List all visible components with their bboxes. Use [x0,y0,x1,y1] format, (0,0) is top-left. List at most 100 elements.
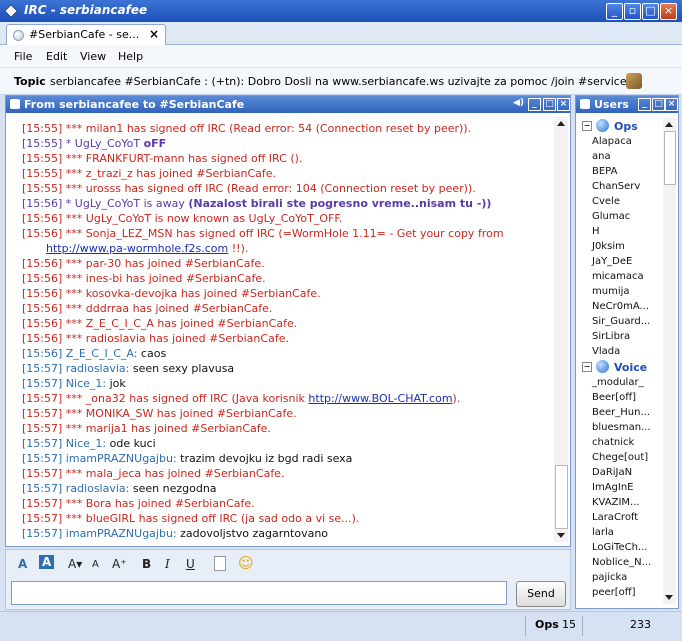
restore-button[interactable]: ▫ [624,3,641,20]
user-list-item[interactable]: Cvele [578,194,660,209]
user-list-item[interactable]: J0ksim [578,239,660,254]
message-link[interactable]: http://www.pa-wormhole.f2s.com [46,242,228,255]
user-list-item[interactable]: bluesman... [578,420,660,435]
user-list-item[interactable]: Vlada [578,344,660,359]
close-window-button[interactable]: × [660,3,677,20]
user-list-item[interactable]: Sir_Guard... [578,314,660,329]
scroll-down-icon[interactable] [557,533,565,538]
user-group[interactable]: − Voice [578,359,660,375]
message-timestamp: [15:57] [22,362,63,375]
font-smaller-icon[interactable]: A [92,559,99,570]
chat-message: [15:56] *** dddrraa has joined #SerbianC… [22,301,548,316]
user-list[interactable]: − Ops Alapaca ana BEPA ChanServ Cvele Glumac H J0… [578,118,660,604]
chat-scrollbar[interactable] [554,117,568,542]
font-larger-icon[interactable]: A⁺ [112,557,127,571]
user-list-item[interactable]: pajicka [578,570,660,585]
user-list-item[interactable]: JaY_DeE [578,254,660,269]
user-list-item[interactable]: ChanServ [578,179,660,194]
message-timestamp: [15:56] [22,302,63,315]
minimize-button[interactable]: _ [606,3,623,20]
topic-edit-icon[interactable] [626,73,642,89]
message-body: jok [106,377,126,390]
user-list-item[interactable]: _modular_ [578,375,660,390]
message-text: *** z_trazi_z has joined #SerbianCafe. [62,167,277,180]
scroll-thumb[interactable] [555,465,568,529]
panel-maximize-button[interactable]: □ [543,98,556,111]
collapse-icon[interactable]: − [582,362,592,372]
panel-close-button[interactable]: × [557,98,570,111]
user-list-item[interactable]: ana [578,149,660,164]
user-group[interactable]: − Ops [578,118,660,134]
italic-button[interactable]: I [165,557,170,571]
text-color-icon[interactable]: A [18,557,27,571]
collapse-icon[interactable]: − [582,121,592,131]
chat-message: [15:57] *** Bora has joined #SerbianCafe… [22,496,548,511]
user-list-item[interactable]: NeCr0mA... [578,299,660,314]
user-list-item[interactable]: Beer_Hun... [578,405,660,420]
users-scrollbar[interactable] [663,118,676,604]
menu-file[interactable]: File [14,50,32,63]
user-list-item[interactable]: ImAgInE [578,480,660,495]
file-icon[interactable] [214,556,226,571]
users-minimize-button[interactable]: _ [638,98,651,111]
ops-group-icon [596,119,609,132]
smiley-icon[interactable]: ☺ [238,554,254,572]
message-timestamp: [15:56] [22,287,63,300]
tab-serbiancafe[interactable]: #SerbianCafe - se... × [6,24,166,45]
users-scroll-down-icon[interactable] [665,595,673,600]
user-list-item[interactable]: BEPA [578,164,660,179]
user-list-item[interactable]: Alapaca [578,134,660,149]
status-ops-label: Ops [535,618,559,631]
user-list-item[interactable]: chatnick [578,435,660,450]
user-list-item[interactable]: LoGiTeCh... [578,540,660,555]
users-scroll-up-icon[interactable] [665,122,673,127]
message-log[interactable]: [15:55] *** milan1 has signed off IRC (R… [22,121,548,541]
underline-button[interactable]: U [186,557,195,571]
message-text: *** ines-bi has joined #SerbianCafe. [62,272,266,285]
users-maximize-button[interactable]: □ [652,98,665,111]
users-panel-header: Users _ □ × [576,96,678,113]
sound-icon[interactable]: ◀) [513,98,524,109]
user-list-item[interactable]: Glumac [578,209,660,224]
user-list-item[interactable]: Noblice_N... [578,555,660,570]
message-body: seen nezgodna [129,482,217,495]
user-list-item[interactable]: peer[off] [578,585,660,600]
message-timestamp: [15:56] [22,347,63,360]
maximize-button[interactable]: □ [642,3,659,20]
user-list-item[interactable]: larla [578,525,660,540]
send-button[interactable]: Send [516,581,566,607]
user-list-item[interactable]: DaRiJaN [578,465,660,480]
message-text: *** blueGIRL has signed off IRC (ja sad … [62,512,360,525]
user-list-item[interactable]: H [578,224,660,239]
close-tab-icon[interactable]: × [149,27,159,41]
menu-edit[interactable]: Edit [46,50,67,63]
user-list-item[interactable]: Chege[out] [578,450,660,465]
user-list-item[interactable]: SirLibra [578,329,660,344]
message-input[interactable] [11,581,507,605]
users-scroll-thumb[interactable] [664,131,676,185]
message-timestamp: [15:57] [22,452,63,465]
user-list-item[interactable]: KVAZIM... [578,495,660,510]
chat-message: [15:56] *** UgLy_CoYoT is now known as U… [22,211,548,226]
font-icon[interactable]: A▾ [68,557,82,571]
message-timestamp: [15:56] [22,257,63,270]
user-list-item[interactable]: Beer[off] [578,390,660,405]
chat-message: [15:55] *** milan1 has signed off IRC (R… [22,121,548,136]
menu-view[interactable]: View [80,50,106,63]
user-list-item[interactable]: mumija [578,284,660,299]
bold-button[interactable]: B [142,557,151,571]
message-text: *** UgLy_CoYoT is now known as UgLy_CoYo… [62,212,343,225]
chat-icon [10,99,20,109]
menu-help[interactable]: Help [118,50,143,63]
panel-minimize-button[interactable]: _ [528,98,541,111]
message-link[interactable]: http://www.BOL-CHAT.com [308,392,452,405]
chat-message: [15:56] Z_E_C_I_C_A: caos [22,346,548,361]
background-color-icon[interactable]: A [39,555,55,569]
message-timestamp: [15:55] [22,167,63,180]
message-timestamp: [15:56] [22,332,63,345]
user-list-item[interactable]: LaraCroft [578,510,660,525]
scroll-up-icon[interactable] [557,121,565,126]
user-list-item[interactable]: micamaca [578,269,660,284]
message-timestamp: [15:57] [22,422,63,435]
users-close-button[interactable]: × [665,98,678,111]
